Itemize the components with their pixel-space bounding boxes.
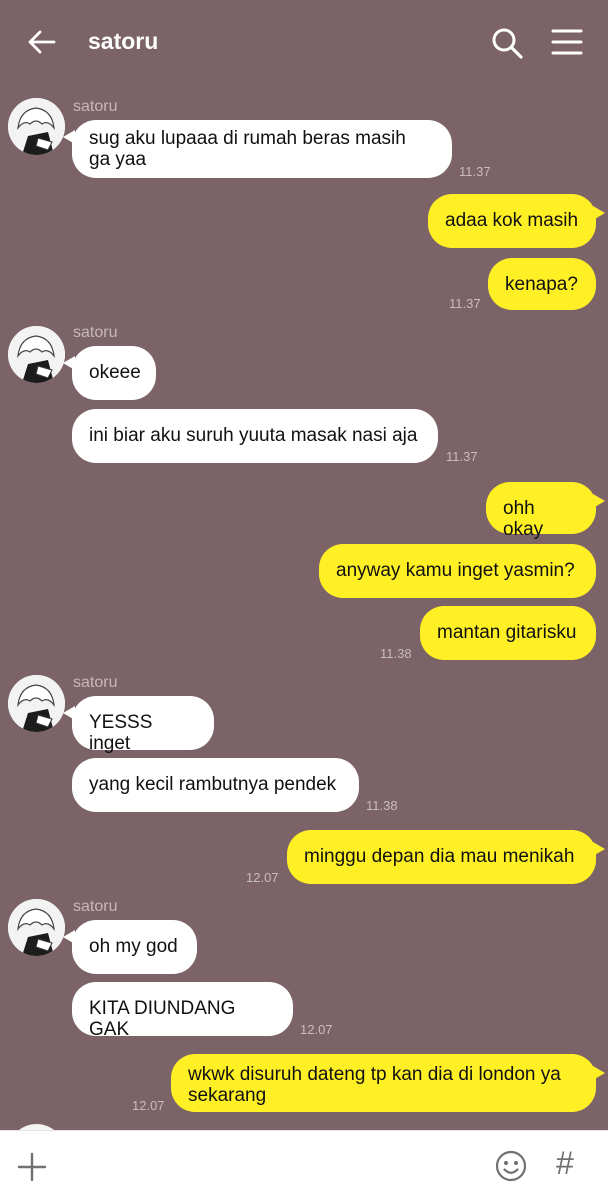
message-text: adaa kok masih (445, 210, 579, 231)
message-text: mantan gitarisku (437, 622, 577, 643)
avatar-image-icon (8, 98, 65, 155)
message-text: ohh okay (503, 498, 544, 540)
message-bubble-incoming[interactable]: YESSS inget (63, 696, 214, 754)
message-time: 11.37 (459, 164, 491, 179)
plus-icon[interactable] (16, 1151, 48, 1183)
message-bubble-incoming[interactable]: yang kecil rambutnya pendek (72, 758, 359, 812)
message-text: okeee (89, 362, 141, 383)
avatar[interactable] (8, 899, 65, 956)
message-bubble-outgoing[interactable]: mantan gitarisku (420, 606, 596, 660)
message-bubble-incoming[interactable]: sug aku lupaaa di rumah beras masih ga y… (63, 120, 452, 178)
chat-area[interactable]: satoru sug aku lupaaa di rumah beras mas… (0, 84, 608, 1130)
search-icon[interactable] (490, 26, 524, 60)
message-bubble-incoming[interactable]: ini biar aku suruh yuuta masak nasi aja (72, 409, 438, 463)
message-bubble-outgoing[interactable]: wkwk disuruh dateng tp kan dia di london… (171, 1054, 605, 1112)
avatar[interactable] (8, 98, 65, 155)
message-time: 11.37 (449, 296, 481, 311)
message-bubble-incoming[interactable]: okeee (63, 346, 156, 400)
menu-icon[interactable] (550, 26, 584, 58)
message-text: anyway kamu inget yasmin? (336, 560, 575, 581)
message-time: 11.38 (380, 646, 412, 661)
message-bubble-incoming[interactable]: KITA DIUNDANG GAK (72, 982, 293, 1040)
avatar-image-icon (8, 675, 65, 732)
message-text: ini biar aku suruh yuuta masak nasi aja (89, 425, 418, 446)
back-arrow-icon[interactable] (26, 26, 58, 58)
message-text: wkwk disuruh dateng tp kan dia di london… (188, 1064, 561, 1106)
message-bubble-outgoing[interactable]: ohh okay (486, 482, 605, 540)
message-bubble-outgoing[interactable]: minggu depan dia mau menikah (287, 830, 605, 884)
sender-name: satoru (73, 98, 118, 115)
emoji-icon[interactable] (494, 1149, 528, 1183)
sender-name: satoru (73, 674, 118, 691)
chat-title: satoru (88, 28, 159, 54)
avatar-image-icon (8, 899, 65, 956)
avatar-image-icon (8, 326, 65, 383)
message-text: YESSS inget (89, 712, 153, 754)
message-text: yang kecil rambutnya pendek (89, 774, 337, 795)
message-time: 12.07 (132, 1098, 165, 1113)
message-bubble-outgoing[interactable]: kenapa? (488, 258, 596, 310)
avatar[interactable] (8, 675, 65, 732)
message-text: KITA DIUNDANG GAK (89, 998, 236, 1040)
message-time: 11.37 (446, 449, 478, 464)
message-bubble-incoming[interactable]: oh my god (63, 920, 197, 974)
message-text: minggu depan dia mau menikah (304, 846, 575, 867)
message-text: sug aku lupaaa di rumah beras masih ga y… (89, 128, 406, 170)
hashtag-icon[interactable]: # (556, 1145, 574, 1182)
message-input-bar: # (0, 1130, 608, 1201)
sender-name: satoru (73, 324, 118, 341)
message-text: oh my god (89, 936, 178, 957)
message-time: 11.38 (366, 798, 398, 813)
sender-name: satoru (73, 898, 118, 915)
avatar[interactable] (8, 326, 65, 383)
message-time: 12.07 (246, 870, 279, 885)
chat-header: satoru (0, 0, 608, 84)
message-bubble-outgoing[interactable]: adaa kok masih (428, 194, 605, 248)
message-text: kenapa? (505, 274, 578, 295)
message-time: 12.07 (300, 1022, 333, 1037)
message-bubble-outgoing[interactable]: anyway kamu inget yasmin? (319, 544, 596, 598)
